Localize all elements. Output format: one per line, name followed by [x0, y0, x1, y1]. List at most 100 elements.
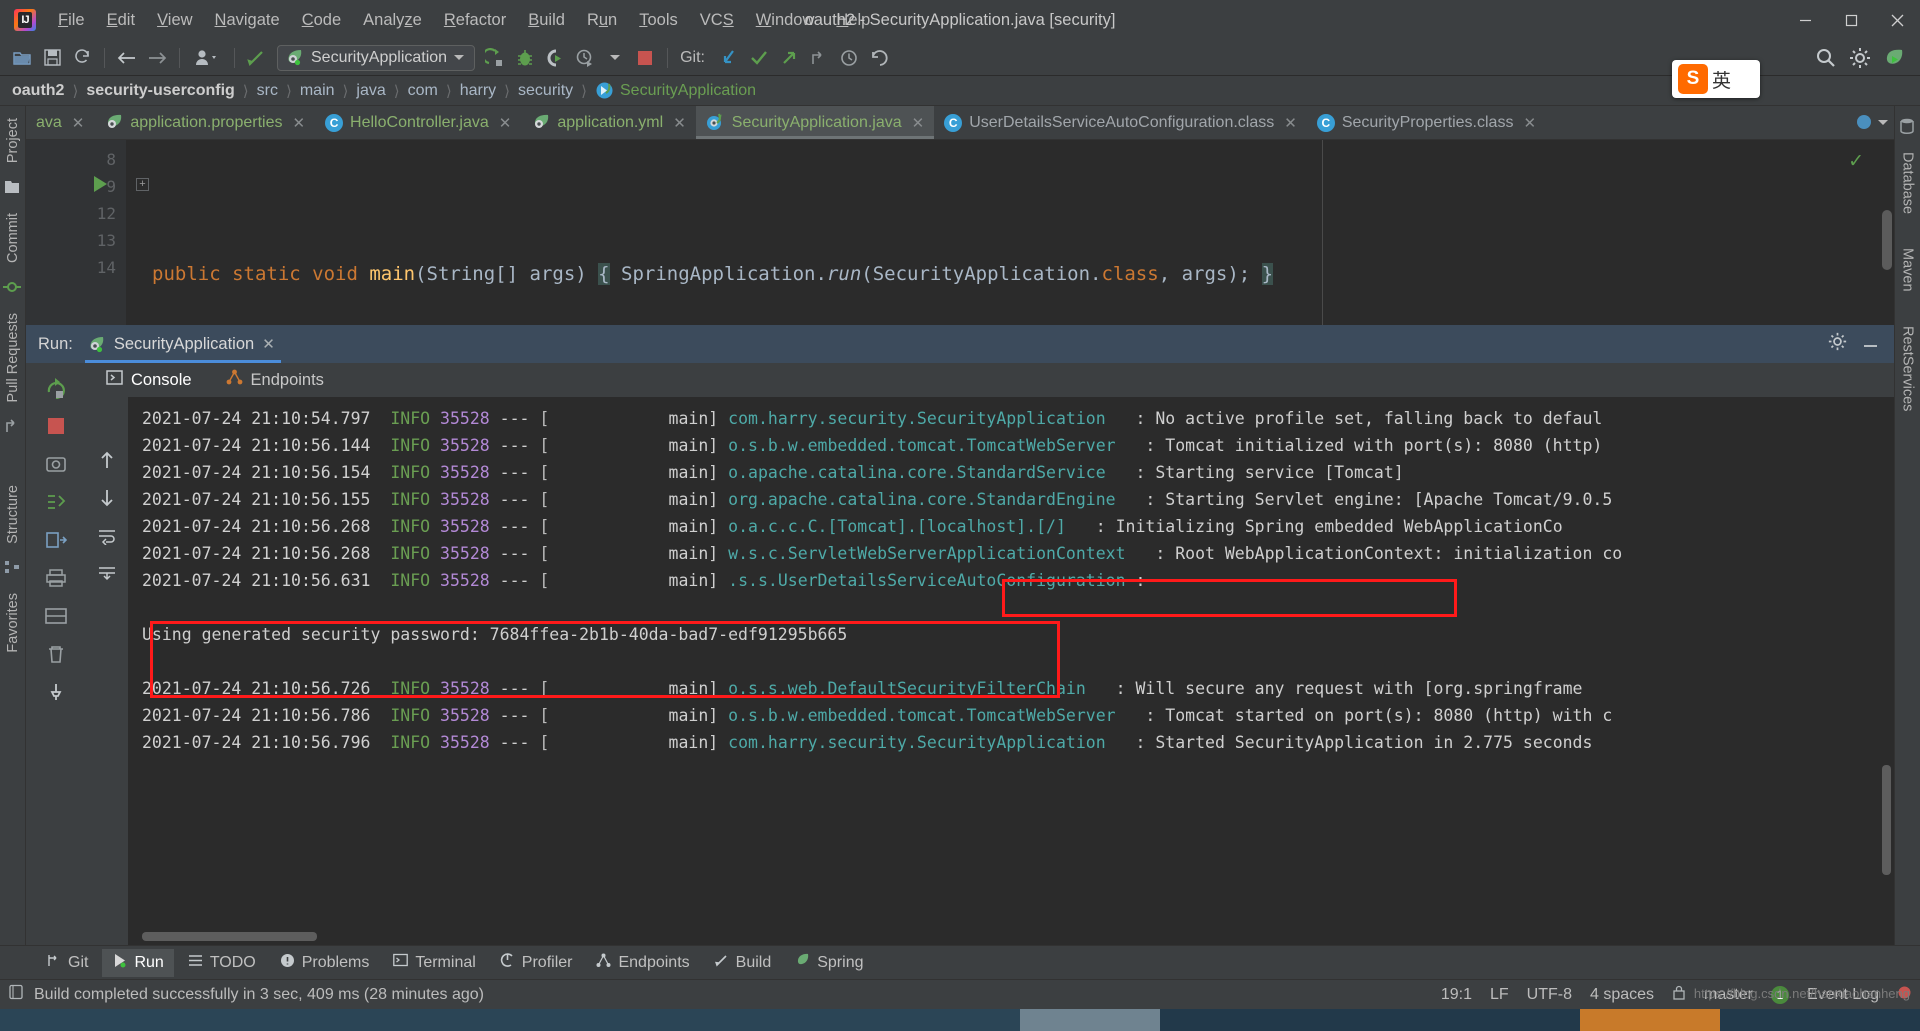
menu-item-view[interactable]: View [147, 7, 202, 34]
close-icon[interactable]: ✕ [912, 114, 925, 132]
event-count-badge[interactable]: 1 [1770, 985, 1789, 1004]
menu-item-edit[interactable]: Edit [97, 7, 145, 34]
close-icon[interactable]: ✕ [292, 114, 305, 132]
menu-item-run[interactable]: Run [577, 7, 627, 34]
breadcrumb-item-8[interactable]: SecurityApplication [591, 81, 760, 100]
menu-item-navigate[interactable]: Navigate [205, 7, 290, 34]
sidebar-item-project[interactable]: Project [1, 110, 25, 171]
chevron-down-icon[interactable] [454, 55, 465, 60]
search-everywhere-icon[interactable] [1812, 45, 1840, 71]
thread-dump-icon[interactable] [45, 491, 67, 513]
run-configuration-selector[interactable]: SecurityApplication [277, 44, 476, 71]
layout-icon[interactable] [45, 605, 67, 627]
editor-tab-1[interactable]: application.properties ✕ [94, 106, 315, 139]
export-icon[interactable] [45, 529, 67, 551]
caret-position[interactable]: 19:1 [1441, 986, 1472, 1004]
breadcrumb-item-0[interactable]: oauth2 [8, 82, 68, 100]
editor-tab-5[interactable]: C UserDetailsServiceAutoConfiguration.cl… [934, 106, 1307, 139]
pull-request-icon[interactable] [3, 418, 23, 438]
scroll-to-end-icon[interactable] [96, 563, 118, 585]
maximize-button[interactable] [1828, 0, 1874, 40]
breadcrumb-item-6[interactable]: harry [456, 82, 500, 100]
code-content[interactable]: public static void main(String[] args) {… [126, 140, 1894, 325]
profile-run-icon[interactable] [571, 45, 599, 71]
ime-mode-label[interactable]: 英 [1712, 66, 1731, 93]
tab-endpoints[interactable]: Endpoints [220, 365, 330, 395]
git-update-icon[interactable] [715, 45, 743, 71]
git-commit-check-icon[interactable] [745, 45, 773, 71]
forward-arrow-icon[interactable] [143, 45, 171, 71]
menu-item-code[interactable]: Code [292, 7, 351, 34]
inspection-ok-icon[interactable]: ✓ [1848, 150, 1864, 173]
minimize-button[interactable] [1782, 0, 1828, 40]
sidebar-item-commit[interactable]: Commit [1, 205, 25, 271]
event-log-label[interactable]: Event Log [1807, 986, 1879, 1004]
close-icon[interactable]: ✕ [499, 114, 512, 132]
indent-setting[interactable]: 4 spaces [1590, 986, 1654, 1004]
breadcrumb-item-5[interactable]: com [404, 82, 442, 100]
editor-tab-2[interactable]: C HelloController.java ✕ [315, 106, 521, 139]
editor-tab-0[interactable]: ava ✕ [26, 106, 94, 139]
sidebar-item-structure[interactable]: Structure [1, 477, 25, 552]
build-hammer-icon[interactable] [243, 45, 271, 71]
menu-item-window[interactable]: Window [746, 7, 825, 34]
taskbar-segment-3[interactable] [1580, 1009, 1720, 1031]
tool-button-build[interactable]: Build [704, 949, 782, 977]
menu-item-refactor[interactable]: Refactor [434, 7, 516, 34]
encoding[interactable]: UTF-8 [1527, 986, 1572, 1004]
ime-widget[interactable]: S 英 [1672, 60, 1760, 98]
run-with-coverage-icon[interactable] [541, 45, 569, 71]
menu-item-vcs[interactable]: VCS [690, 7, 744, 34]
run-gutter-icon[interactable] [94, 176, 107, 192]
run-icon[interactable] [481, 45, 509, 71]
editor-tab-4[interactable]: SecurityApplication.java ✕ [695, 106, 935, 139]
editor-gutter[interactable]: 8 9 12 13 14 [26, 140, 126, 325]
close-icon[interactable]: ✕ [72, 114, 85, 132]
stop-icon[interactable] [45, 415, 67, 437]
sidebar-item-pull-requests[interactable]: Pull Requests [1, 305, 25, 410]
run-tab-securityapplication[interactable]: SecurityApplication ✕ [84, 325, 281, 363]
sidebar-item-maven[interactable]: Maven [1896, 240, 1920, 300]
commit-icon[interactable] [2, 278, 23, 298]
breadcrumb-item-2[interactable]: src [253, 82, 282, 100]
close-icon[interactable]: ✕ [1284, 114, 1297, 132]
tool-button-todo[interactable]: TODO [178, 949, 266, 977]
camera-icon[interactable] [45, 453, 67, 475]
more-tabs-icon[interactable] [1855, 113, 1874, 132]
lock-icon[interactable] [1672, 985, 1686, 1005]
menu-item-help[interactable]: Help [826, 7, 880, 34]
editor-tab-6[interactable]: C SecurityProperties.class ✕ [1307, 106, 1546, 139]
menu-item-build[interactable]: Build [518, 7, 575, 34]
breadcrumb-item-1[interactable]: security-userconfig [82, 82, 238, 100]
breadcrumb-item-7[interactable]: security [514, 82, 577, 100]
stop-icon[interactable] [631, 45, 659, 71]
sidebar-item-database[interactable]: Database [1896, 144, 1920, 222]
scroll-up-icon[interactable] [96, 449, 118, 471]
menu-item-file[interactable]: File [48, 7, 95, 34]
open-folder-icon[interactable] [8, 45, 36, 71]
menu-item-tools[interactable]: Tools [629, 7, 688, 34]
profile-dropdown-icon[interactable] [601, 45, 629, 71]
console-hscrollbar[interactable] [142, 932, 317, 941]
tool-button-endpoints[interactable]: Endpoints [586, 949, 699, 977]
tool-button-profiler[interactable]: Profiler [490, 949, 583, 977]
trash-icon[interactable] [45, 643, 67, 665]
notification-icon[interactable] [1897, 985, 1912, 1005]
user-profile-icon[interactable] [188, 45, 226, 71]
history-clock-icon[interactable] [835, 45, 863, 71]
sync-icon[interactable] [68, 45, 96, 71]
tool-button-git[interactable]: Git [36, 949, 98, 977]
structure-icon[interactable] [3, 558, 23, 578]
project-icon[interactable] [3, 178, 23, 198]
status-message[interactable]: Build completed successfully in 3 sec, 4… [34, 986, 484, 1004]
minimize-icon[interactable] [1861, 332, 1880, 356]
taskbar-segment-active[interactable] [1020, 1009, 1160, 1031]
git-branch-status[interactable]: master [1704, 986, 1753, 1004]
tab-console[interactable]: Console [100, 365, 198, 395]
editor-tab-3[interactable]: application.yml ✕ [521, 106, 695, 139]
code-editor[interactable]: 8 9 12 13 14 + public static void main(S… [26, 140, 1894, 325]
console-output[interactable]: 2021-07-24 21:10:54.797 INFO 35528 --- [… [128, 397, 1894, 945]
tool-button-terminal[interactable]: Terminal [383, 949, 485, 977]
rollback-icon[interactable] [865, 45, 893, 71]
pin-icon[interactable] [45, 681, 67, 703]
